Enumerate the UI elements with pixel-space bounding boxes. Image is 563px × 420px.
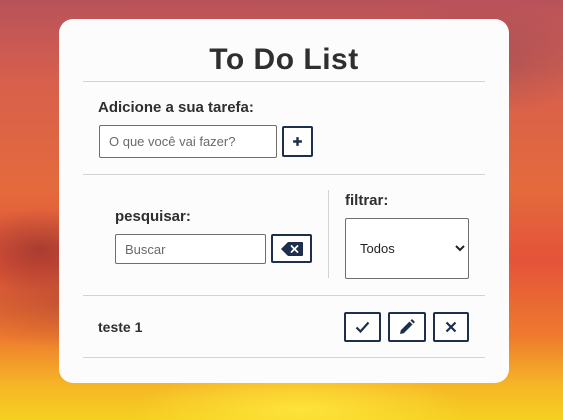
search-label: pesquisar: — [115, 208, 191, 225]
complete-task-button[interactable] — [344, 312, 381, 342]
header-divider — [83, 81, 485, 82]
close-icon — [445, 321, 457, 333]
filter-label: filtrar: — [345, 192, 389, 209]
add-task-button[interactable] — [282, 126, 313, 157]
new-task-input[interactable] — [99, 125, 277, 158]
delete-task-button[interactable] — [433, 312, 469, 342]
plus-icon — [292, 136, 303, 147]
backspace-icon — [280, 241, 303, 256]
filter-select[interactable]: Todos — [345, 218, 469, 279]
page-title: To Do List — [209, 43, 359, 76]
search-input[interactable] — [115, 234, 266, 264]
list-divider — [83, 295, 485, 296]
todo-card: To Do List Adicione a sua tarefa: pesqui… — [59, 19, 509, 383]
clear-search-button[interactable] — [271, 234, 312, 263]
add-task-label: Adicione a sua tarefa: — [98, 99, 254, 116]
search-filter-separator — [328, 190, 329, 278]
edit-task-button[interactable] — [388, 312, 426, 342]
bottom-divider — [83, 357, 485, 358]
check-icon — [355, 321, 370, 333]
section-divider — [83, 174, 485, 175]
pencil-icon — [399, 319, 415, 335]
task-text: teste 1 — [98, 319, 143, 335]
